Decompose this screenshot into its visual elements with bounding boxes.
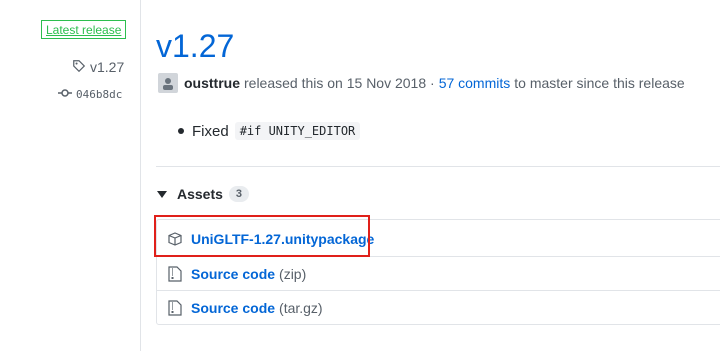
section-divider	[156, 166, 720, 167]
tag-label: v1.27	[90, 59, 125, 75]
latest-release-badge[interactable]: Latest release	[41, 20, 127, 39]
assets-count-badge: 3	[228, 186, 249, 202]
asset-ext-zip: (zip)	[279, 266, 307, 282]
highlight-box	[154, 215, 370, 257]
release-byline: ousttrue released this on 15 Nov 2018 · …	[158, 71, 685, 95]
asset-row[interactable]: Source code (zip)	[157, 257, 720, 291]
assets-toggle[interactable]: Assets 3	[157, 184, 249, 204]
source-zip-link[interactable]: Source code	[191, 266, 275, 282]
column-divider	[140, 0, 141, 351]
bullet-icon	[178, 128, 184, 134]
file-zip-icon	[167, 266, 183, 282]
commit-sha: 046b8dc	[76, 87, 123, 101]
author-link[interactable]: ousttrue	[184, 75, 240, 91]
assets-label: Assets	[177, 186, 223, 202]
asset-ext-targz: (tar.gz)	[279, 300, 323, 316]
commits-link[interactable]: 57 commits	[439, 75, 511, 91]
notes-code: #if UNITY_EDITOR	[234, 122, 361, 140]
release-commit[interactable]: 046b8dc	[58, 86, 122, 102]
release-title[interactable]: v1.27	[156, 26, 234, 66]
file-zip-icon	[167, 300, 183, 316]
asset-row[interactable]: Source code (tar.gz)	[157, 291, 720, 325]
since-text: to master since this release	[514, 75, 685, 91]
caret-down-icon	[157, 190, 167, 198]
release-tag[interactable]: v1.27	[72, 58, 124, 76]
commit-icon	[58, 88, 72, 101]
source-targz-link[interactable]: Source code	[191, 300, 275, 316]
released-text: released this on 15 Nov 2018 ·	[244, 75, 435, 91]
avatar[interactable]	[158, 73, 178, 93]
tag-icon	[72, 59, 86, 76]
release-notes-item: Fixed #if UNITY_EDITOR	[178, 120, 361, 142]
notes-prefix: Fixed	[192, 122, 229, 140]
